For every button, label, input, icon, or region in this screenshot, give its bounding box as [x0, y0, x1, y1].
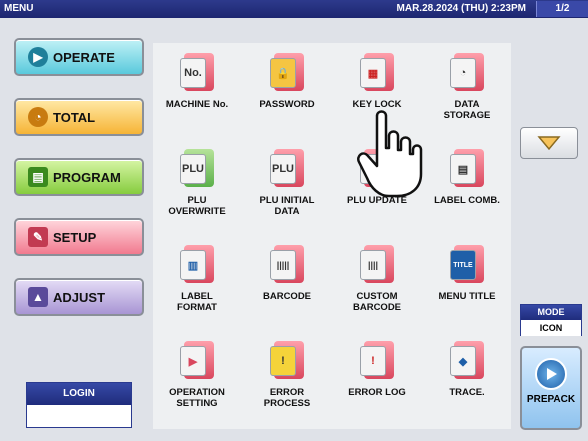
barcode-item[interactable]: ||||| BARCODE	[243, 241, 331, 333]
password-item[interactable]: 🔒 PASSWORD	[243, 49, 331, 141]
data-storage-icon: ◔	[450, 53, 484, 91]
operate-icon: ▶	[28, 47, 48, 67]
error-process-icon: !	[270, 341, 304, 379]
play-icon	[535, 358, 567, 390]
plu-initial-item[interactable]: PLU PLU INITIAL DATA	[243, 145, 331, 237]
trace-icon: ◆	[450, 341, 484, 379]
data-storage-label: DATA STORAGE	[443, 99, 491, 121]
plu-overwrite-label: PLU OVERWRITE	[168, 195, 226, 217]
title-bar: MENU MAR.28.2024 (THU) 2:23PM 1/2	[0, 0, 588, 18]
login-field[interactable]	[27, 405, 131, 427]
label-format-item[interactable]: ▥ LABEL FORMAT	[153, 241, 241, 333]
prepack-button[interactable]: PREPACK	[520, 346, 582, 430]
lock-icon: 🔒	[270, 53, 304, 91]
prepack-label: PREPACK	[526, 394, 576, 405]
adjust-icon: ▲	[28, 287, 48, 307]
data-storage-item[interactable]: ◔ DATA STORAGE	[423, 49, 511, 141]
triangle-down-icon	[537, 136, 561, 151]
machine-no-icon: No.	[180, 53, 214, 91]
custom-barcode-label: CUSTOM BARCODE	[352, 291, 402, 313]
plu-initial-icon: PLU	[270, 149, 304, 187]
trace-label: TRACE.	[449, 387, 485, 398]
menu-title-icon: TITLE	[450, 245, 484, 283]
login-panel[interactable]: LOGIN	[26, 382, 132, 428]
label-comb-label: LABEL COMB.	[434, 195, 500, 206]
error-log-icon: !	[360, 341, 394, 379]
program-label: PROGRAM	[53, 169, 121, 185]
label-format-label: LABEL FORMAT	[177, 291, 217, 313]
operate-label: OPERATE	[53, 49, 115, 65]
machine-no-label: MACHINE No.	[165, 99, 229, 110]
total-label: TOTAL	[53, 109, 96, 125]
trace-item[interactable]: ◆ TRACE.	[423, 337, 511, 429]
custom-barcode-item[interactable]: |||| CUSTOM BARCODE	[333, 241, 421, 333]
program-icon: ▤	[28, 167, 48, 187]
plu-initial-label: PLU INITIAL DATA	[259, 195, 315, 217]
adjust-button[interactable]: ▲ ADJUST	[14, 278, 144, 316]
app-screen: MENU MAR.28.2024 (THU) 2:23PM 1/2 ▶ OPER…	[0, 0, 588, 441]
adjust-label: ADJUST	[53, 289, 106, 305]
barcode-label: BARCODE	[262, 291, 312, 302]
operate-button[interactable]: ▶ OPERATE	[14, 38, 144, 76]
barcode-icon: |||||	[270, 245, 304, 283]
error-process-label: ERROR PROCESS	[263, 387, 311, 409]
mode-label: MODE	[521, 305, 581, 320]
label-comb-icon: ▤	[450, 149, 484, 187]
mode-value: ICON	[521, 320, 581, 336]
label-comb-item[interactable]: ▤ LABEL COMB.	[423, 145, 511, 237]
hand-pointer-icon	[357, 110, 423, 198]
login-label: LOGIN	[27, 383, 131, 405]
machine-no-item[interactable]: No. MACHINE No.	[153, 49, 241, 141]
setup-label: SETUP	[53, 229, 97, 245]
page-down-button[interactable]	[520, 127, 578, 159]
menu-title-label: MENU TITLE	[438, 291, 496, 302]
window-title: MENU	[4, 3, 34, 14]
label-format-icon: ▥	[180, 245, 214, 283]
icon-grid: No. MACHINE No. 🔒 PASSWORD ▦ KEY LOCK ◔ …	[153, 43, 511, 429]
menu-title-item[interactable]: TITLE MENU TITLE	[423, 241, 511, 333]
datetime: MAR.28.2024 (THU) 2:23PM	[396, 3, 526, 14]
setup-icon: ✎	[28, 227, 48, 247]
plu-overwrite-icon: PLU	[180, 149, 214, 187]
total-button[interactable]: ◔ TOTAL	[14, 98, 144, 136]
left-menu: ▶ OPERATE ◔ TOTAL ▤ PROGRAM ✎ SETUP ▲ AD…	[6, 32, 148, 430]
total-icon: ◔	[28, 107, 48, 127]
error-log-label: ERROR LOG	[348, 387, 406, 398]
password-label: PASSWORD	[259, 99, 315, 110]
key-lock-icon: ▦	[360, 53, 394, 91]
operation-setting-label: OPERATION SETTING	[169, 387, 225, 409]
page-indicator[interactable]: 1/2	[536, 1, 588, 17]
custom-barcode-icon: ||||	[360, 245, 394, 283]
operation-setting-item[interactable]: ▶ OPERATION SETTING	[153, 337, 241, 429]
program-button[interactable]: ▤ PROGRAM	[14, 158, 144, 196]
setup-button[interactable]: ✎ SETUP	[14, 218, 144, 256]
error-log-item[interactable]: ! ERROR LOG	[333, 337, 421, 429]
error-process-item[interactable]: ! ERROR PROCESS	[243, 337, 331, 429]
operation-setting-icon: ▶	[180, 341, 214, 379]
plu-overwrite-item[interactable]: PLU PLU OVERWRITE	[153, 145, 241, 237]
mode-panel: MODE ICON	[520, 304, 582, 336]
